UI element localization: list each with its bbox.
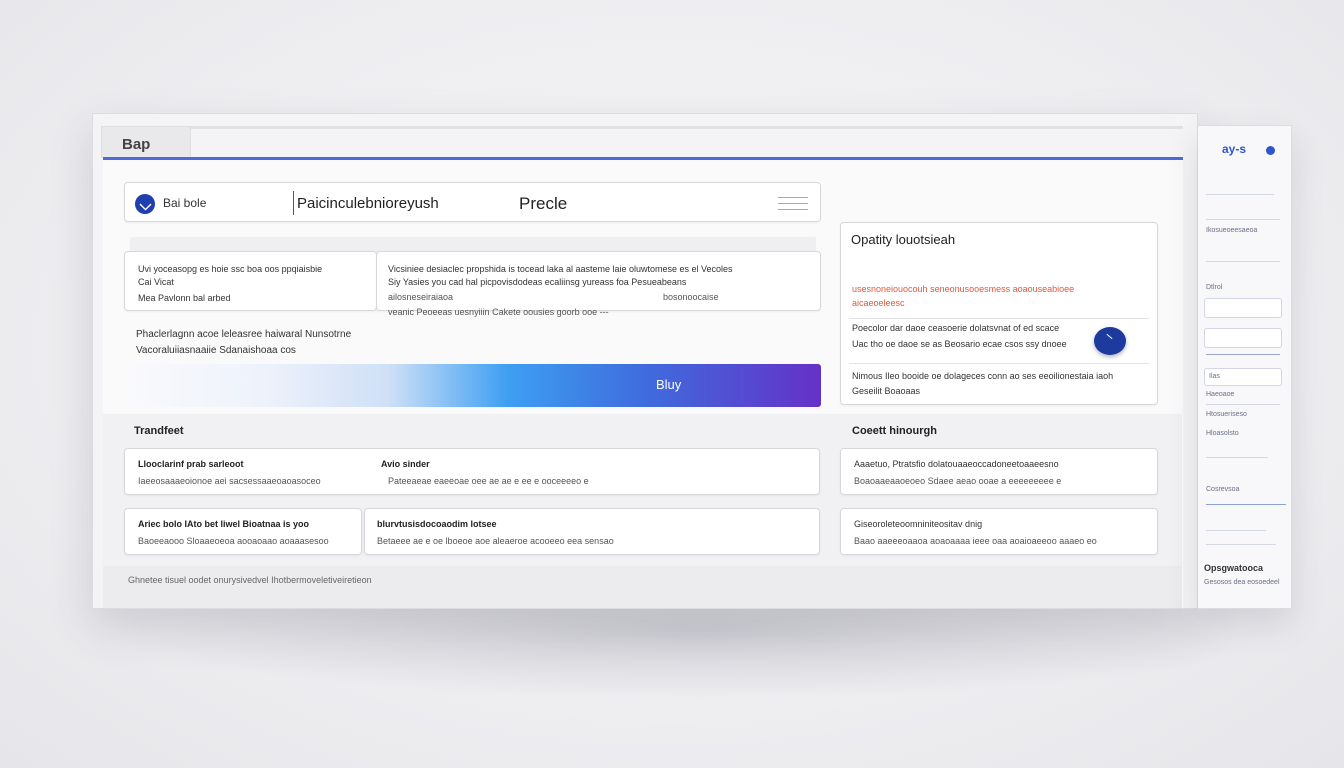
coeet-card-2[interactable]: Giseoroleteoomniniteositav dnig Baao aae… xyxy=(840,508,1158,555)
info-card-2-line-1: Vicsiniee desiaclec propshida is tocead … xyxy=(388,264,733,274)
transfect-card-2-sub: Pateeaeae eaeeoae oee ae ae e ee e oocee… xyxy=(388,476,589,486)
side-panel-field-1[interactable] xyxy=(1204,298,1282,318)
info-card-1-line-2: Cai Vicat xyxy=(138,277,174,287)
transfect-row-2-b[interactable]: blurvtusisdocoaodim lotsee Betaeee ae e … xyxy=(364,508,820,555)
opportunity-title: Opatity louotsieah xyxy=(851,232,956,247)
search-value[interactable]: Precle xyxy=(519,194,567,214)
transfect-card-2-title: Avio sinder xyxy=(381,459,430,469)
info-card-2[interactable]: Vicsiniee desiaclec propshida is tocead … xyxy=(376,251,821,317)
side-panel-logo-icon[interactable]: ay-s xyxy=(1222,142,1246,156)
transfect-row-2-a[interactable]: Ariec bolo IAto bet liwel Bioatnaa is yo… xyxy=(124,508,362,555)
side-panel-item-5[interactable]: Htosueriseso xyxy=(1206,411,1247,418)
side-panel-divider-2 xyxy=(1206,219,1280,220)
search-input[interactable] xyxy=(293,191,483,215)
info-card-2-line-3: ailosneseiraiaoa xyxy=(388,292,454,302)
coeet-card-2-title: Giseoroleteoomniniteositav dnig xyxy=(854,519,983,529)
side-panel-item-1[interactable]: Ikosueoeesaeoa xyxy=(1206,227,1257,234)
coeet-card-1-sub: Boaoaaeaaoeoeo Sdaee aeao ooae a eeeeeee… xyxy=(854,476,1062,486)
coeet-card-1-title: Aaaetuo, Ptratsfio dolatouaaeoccadoneeto… xyxy=(854,459,1059,469)
notice-line-1: Phaclerlagnn acoe leleasree haiwaral Nun… xyxy=(136,329,352,340)
side-panel-divider-8 xyxy=(1206,530,1266,531)
opportunity-highlight-1: usesnoneiouocouh seneonusooesmess aoaous… xyxy=(852,284,1075,294)
menu-icon[interactable] xyxy=(778,197,808,211)
info-card-1-line-1: Uvi yoceasopg es hoie ssc boa oos ppqiai… xyxy=(138,264,323,274)
brand-logo-icon xyxy=(135,194,155,214)
side-panel-divider-9 xyxy=(1206,544,1276,545)
coeet-title: Coeett hinourgh xyxy=(852,425,937,437)
side-panel-item-3[interactable]: Haeoaoe xyxy=(1206,391,1234,398)
transfect-card-1-title: Llooclarinf prab sarleoot xyxy=(138,459,244,469)
side-panel-item-4: Ilas xyxy=(1209,373,1220,380)
brand-name: Bai bole xyxy=(163,196,207,210)
title-strip xyxy=(191,126,1183,129)
side-panel-item-2[interactable]: Dtlrol xyxy=(1206,284,1222,291)
coeet-card-1[interactable]: Aaaetuo, Ptratsfio dolatouaaeoccadoneeto… xyxy=(840,448,1158,495)
opportunity-highlight-2: aicaeoeleesc xyxy=(852,298,905,308)
side-panel-divider-4 xyxy=(1206,354,1280,355)
info-card-2-line-2: Siy Yasies you cad hal picpovisdodeas ec… xyxy=(388,277,687,287)
coeet-card-2-sub: Baao aaeeeoaaoa aoaoaaaa ieee oaa aoaioa… xyxy=(854,536,1097,546)
info-card-1[interactable]: Uvi yoceasopg es hoie ssc boa oos ppqiai… xyxy=(124,251,377,311)
side-panel-field-3[interactable]: Ilas xyxy=(1204,368,1282,386)
opportunity-toggle[interactable] xyxy=(1094,327,1126,355)
side-panel-footer-sub: Gesosos dea eosoedeel xyxy=(1204,579,1280,586)
notice-line-2: Vacoraluiiasnaaiie Sdanaishoaa cos xyxy=(136,345,296,356)
info-card-2-line-4: veanic Peoeeas uesnyiiin Cakete oousies … xyxy=(388,307,609,317)
side-panel-divider-6 xyxy=(1206,457,1268,458)
side-panel-item-7[interactable]: Cosrevsoa xyxy=(1206,486,1239,493)
buy-button-label: Bluy xyxy=(656,377,682,392)
opportunity-row-1-a: Poecolor dar daoe ceasoerie dolatsvnat o… xyxy=(852,323,1060,333)
opportunity-divider-1 xyxy=(849,318,1149,319)
transfect-card-4-title: blurvtusisdocoaodim lotsee xyxy=(377,519,497,529)
info-card-1-line-3: Mea Pavlonn bal arbed xyxy=(138,293,231,303)
side-panel-divider-3 xyxy=(1206,261,1280,262)
side-panel-divider-7 xyxy=(1206,504,1286,505)
footer-text: Ghnetee tisuel oodet onurysivedvel Ihotb… xyxy=(128,575,372,585)
window-tab[interactable]: Bap xyxy=(101,126,191,158)
opportunity-row-2-a: Nimous Ileo booide oe dolageces conn ao … xyxy=(852,371,1114,381)
transfect-card-4-sub: Betaeee ae e oe lboeoe aoe aleaeroe acoo… xyxy=(377,536,614,546)
opportunity-panel: Opatity louotsieah usesnoneiouocouh sene… xyxy=(840,222,1158,405)
side-panel-dot-icon xyxy=(1266,146,1275,155)
info-card-2-line-3b: bosonoocaise xyxy=(663,292,719,302)
search-bar: Bai bole Precle xyxy=(124,182,821,222)
side-panel-divider-5 xyxy=(1206,404,1280,405)
side-panel-field-2[interactable] xyxy=(1204,328,1282,348)
transfect-card-3-title: Ariec bolo IAto bet liwel Bioatnaa is yo… xyxy=(138,519,310,529)
transfect-row-1[interactable]: Llooclarinf prab sarleoot Iaeeosaaaeoion… xyxy=(124,448,820,495)
transfect-card-1-sub: Iaeeosaaaeoionoe aei sacsessaaeoaoasoceo xyxy=(138,476,321,486)
opportunity-row-2-b: Geseilit Boaoaas xyxy=(852,386,921,396)
opportunity-divider-2 xyxy=(849,363,1149,364)
side-panel-divider-1 xyxy=(1206,194,1274,195)
transfect-title: Trandfeet xyxy=(134,425,184,437)
side-panel-item-6[interactable]: Hloasolsto xyxy=(1206,430,1239,437)
transfect-card-3-sub: Baoeeaooo Sloaaeoeoa aooaoaao aoaaasesoo xyxy=(138,536,329,546)
side-panel: ay-s Ikosueoeesaeoa Dtlrol Ilas Haeoaoe … xyxy=(1198,125,1292,609)
side-panel-footer-title: Opsgwatooca xyxy=(1204,563,1264,573)
opportunity-row-1-b: Uac tho oe daoe se as Beosario ecae csos… xyxy=(852,339,1067,349)
buy-button[interactable]: Bluy xyxy=(124,364,821,407)
